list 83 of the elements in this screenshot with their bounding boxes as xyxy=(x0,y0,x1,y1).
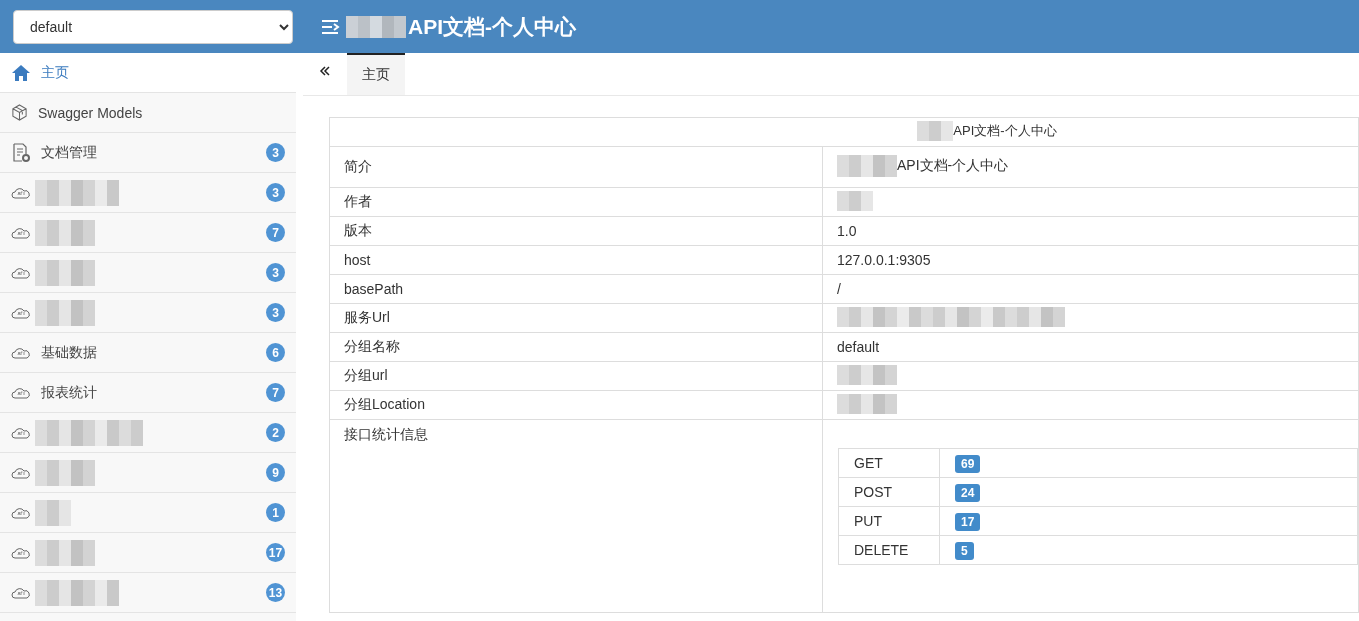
count-badge: 7 xyxy=(266,223,285,242)
cloud-icon xyxy=(11,306,31,319)
sidebar-label: Swagger Models xyxy=(38,104,143,121)
sidebar-item[interactable]: Swagger Models xyxy=(0,93,296,133)
count-badge: 9 xyxy=(266,463,285,482)
method-cell: DELETE xyxy=(838,535,940,565)
cloud-icon xyxy=(11,346,31,359)
home-icon xyxy=(11,63,31,82)
cloud-icon xyxy=(11,186,31,199)
blurred-text xyxy=(837,190,873,211)
cloud-icon xyxy=(11,506,31,519)
table-value: default xyxy=(837,339,880,355)
count-label: 24 xyxy=(955,484,981,502)
sidebar-item[interactable]: 2 xyxy=(0,413,296,453)
sidebar-item[interactable]: 主页 xyxy=(0,53,296,93)
count-badge: 1 xyxy=(266,503,285,522)
sidebar-item[interactable]: 报表统计 7 xyxy=(0,373,296,413)
table-cell: 简介 xyxy=(329,146,823,188)
sidebar-item[interactable]: 基础数据 6 xyxy=(0,333,296,373)
table-cell: basePath xyxy=(329,274,823,304)
count-label: 69 xyxy=(955,455,981,473)
blurred-text xyxy=(35,539,95,566)
count-badge: 13 xyxy=(266,583,285,602)
cloud-icon xyxy=(11,426,31,439)
blurred-text xyxy=(35,459,95,486)
table-cell: 服务Url xyxy=(329,303,823,333)
blurred-text xyxy=(35,259,95,286)
sidebar-label: 文档管理 xyxy=(41,143,97,162)
count-badge: 6 xyxy=(266,343,285,362)
sidebar-item[interactable]: 3 xyxy=(0,173,296,213)
table-value: / xyxy=(837,281,841,297)
sidebar-label: 基础数据 xyxy=(41,343,97,362)
sidebar-item[interactable]: 9 xyxy=(0,453,296,493)
sidebar-label: 主页 xyxy=(41,63,69,82)
sidebar-item[interactable]: 13 xyxy=(0,573,296,613)
cloud-icon xyxy=(11,546,31,559)
count-badge: 3 xyxy=(266,303,285,322)
blurred-text xyxy=(35,499,71,526)
table-cell: 作者 xyxy=(329,187,823,217)
cloud-icon xyxy=(11,226,31,239)
title-text: API文档-个人中心 xyxy=(953,121,1057,140)
count-badge: 3 xyxy=(266,143,285,162)
cube-icon xyxy=(11,104,28,121)
count-badge: 2 xyxy=(266,423,285,442)
table-cell: host xyxy=(329,245,823,275)
page-title: API文档-个人中心 xyxy=(408,13,576,40)
sidebar-item[interactable]: 1 xyxy=(0,493,296,533)
document-gear-icon xyxy=(11,142,31,163)
method-cell: POST xyxy=(838,477,940,507)
sidebar-label: 报表统计 xyxy=(41,383,97,402)
cloud-icon xyxy=(11,466,31,479)
table-cell: 分组Location xyxy=(329,390,823,420)
cloud-icon xyxy=(11,586,31,599)
table-cell: 版本 xyxy=(329,216,823,246)
count-label: 5 xyxy=(955,542,974,560)
sidebar-item[interactable]: 17 xyxy=(0,533,296,573)
cloud-icon xyxy=(11,386,31,399)
blurred-text xyxy=(35,299,95,326)
count-badge: 3 xyxy=(266,183,285,202)
blurred-text xyxy=(35,219,95,246)
count-badge: 17 xyxy=(266,543,285,562)
tab[interactable]: 主页 xyxy=(347,53,405,95)
sidebar-item[interactable]: 7 xyxy=(0,213,296,253)
table-cell: 分组名称 xyxy=(329,332,823,362)
count-label: 17 xyxy=(955,513,981,531)
table-cell: 接口统计信息 xyxy=(329,419,823,613)
count-badge: 7 xyxy=(266,383,285,402)
group-select[interactable]: default xyxy=(13,9,293,44)
table-value: 127.0.0.1:9305 xyxy=(837,252,931,268)
sidebar-item[interactable]: 3 xyxy=(0,293,296,333)
table-cell: 分组url xyxy=(329,361,823,391)
method-cell: PUT xyxy=(838,506,940,536)
method-cell: GET xyxy=(838,448,940,478)
blurred-text xyxy=(837,393,897,414)
table-value: 1.0 xyxy=(837,223,857,239)
sidebar-item[interactable]: 文档管理 3 xyxy=(0,133,296,173)
menu-icon[interactable] xyxy=(322,19,340,34)
collapse-icon[interactable] xyxy=(319,66,331,76)
count-badge: 3 xyxy=(266,263,285,282)
cloud-icon xyxy=(11,266,31,279)
table-value: API文档-个人中心 xyxy=(897,156,1009,175)
blurred-text xyxy=(837,364,897,385)
sidebar-item[interactable]: 3 xyxy=(0,253,296,293)
